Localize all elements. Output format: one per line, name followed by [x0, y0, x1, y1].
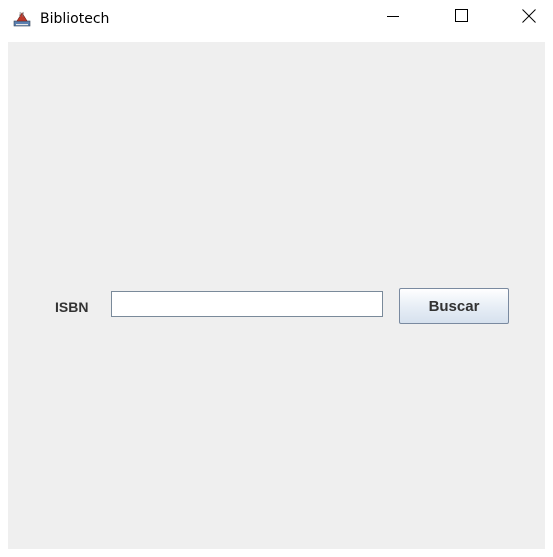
- search-button[interactable]: Buscar: [399, 288, 509, 324]
- minimize-icon: [387, 9, 399, 27]
- window-title: Bibliotech: [40, 11, 110, 27]
- close-button[interactable]: [506, 0, 552, 36]
- maximize-icon: [454, 9, 468, 27]
- isbn-label: ISBN: [55, 299, 89, 315]
- isbn-input[interactable]: [111, 291, 383, 317]
- minimize-button[interactable]: [370, 0, 416, 36]
- close-icon: [522, 8, 536, 28]
- content-panel: ISBN Buscar: [8, 42, 545, 549]
- maximize-button[interactable]: [438, 0, 484, 36]
- application-window: Bibliotech ISBN Buscar: [0, 0, 553, 557]
- title-bar[interactable]: Bibliotech: [0, 0, 553, 42]
- java-coffee-icon[interactable]: [13, 10, 31, 28]
